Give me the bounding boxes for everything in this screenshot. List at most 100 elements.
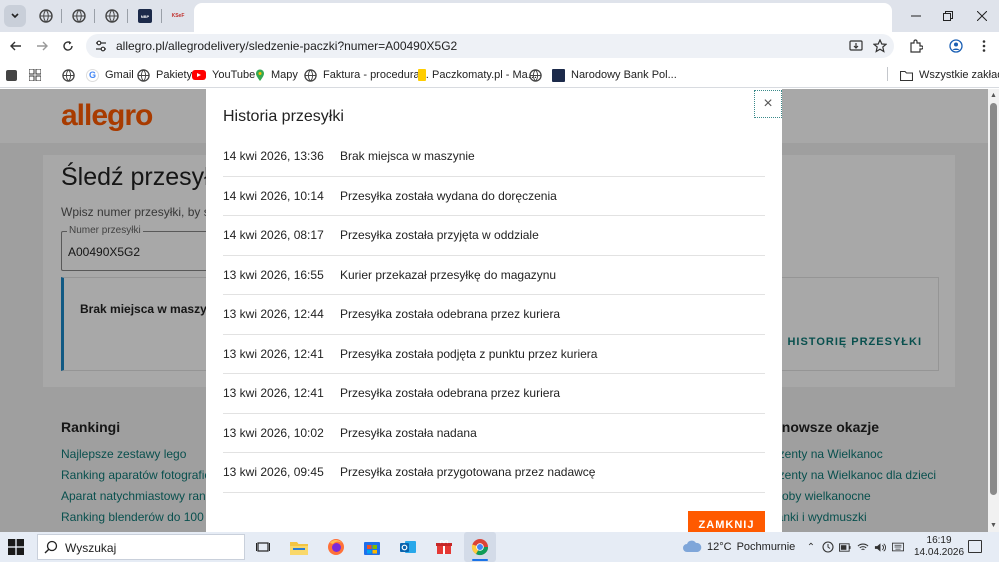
bookmark-apps[interactable] (6, 67, 17, 83)
windows-taskbar: Wyszukaj 12°C Pochmurnie ⌃ 16:19 14.04.2… (0, 532, 999, 562)
tab-separator (127, 9, 128, 23)
history-modal: Historia przesyłki × 14 kwi 2026, 13:36 B… (206, 89, 782, 532)
history-date: 13 kwi 2026, 12:41 (223, 346, 324, 361)
cloud-icon (683, 540, 702, 552)
menu-button[interactable] (974, 36, 994, 56)
all-bookmarks[interactable]: Wszystkie zakładki (900, 67, 999, 83)
search-placeholder: Wyszukaj (65, 541, 117, 555)
wifi-icon[interactable] (857, 541, 869, 553)
browser-toolbar: allegro.pl/allegrodelivery/sledzenie-pac… (0, 32, 999, 60)
ksef-icon: KSeF (171, 13, 185, 19)
task-view-button[interactable] (253, 537, 273, 557)
bookmark-youtube[interactable]: YouTube (192, 67, 255, 83)
history-list: 14 kwi 2026, 13:36 Brak miejsca w maszyni… (223, 137, 765, 493)
firefox-button[interactable] (326, 537, 346, 557)
profile-button[interactable] (946, 36, 966, 56)
chrome-button[interactable] (470, 537, 490, 557)
folder-icon (290, 541, 308, 555)
weather-desc: Pochmurnie (736, 540, 796, 553)
history-desc: Brak miejsca w maszynie (340, 149, 475, 164)
history-row: 13 kwi 2026, 12:44 Przesyłka została odeb… (223, 295, 765, 335)
site-info-icon[interactable] (94, 39, 108, 53)
tab-5[interactable]: KSeF (168, 8, 188, 24)
bookmark-star-button[interactable] (872, 38, 888, 54)
history-desc: Przesyłka została odebrana przez kuriera (340, 386, 561, 401)
close-window-button[interactable] (972, 6, 992, 26)
bookmark-faktura[interactable]: Faktura - procedura... (304, 67, 429, 83)
restore-button[interactable] (938, 6, 958, 26)
url-text[interactable]: allegro.pl/allegrodelivery/sledzenie-pac… (116, 39, 457, 53)
history-desc: Przesyłka została przygotowana przez nad… (340, 465, 596, 480)
bookmark-globe[interactable] (62, 67, 75, 83)
taskbar-search[interactable]: Wyszukaj (37, 534, 245, 560)
weather-temp: 12°C (707, 540, 732, 553)
tab-2[interactable] (71, 8, 87, 24)
bookmark-gmail[interactable]: G Gmail (86, 67, 134, 83)
history-desc: Przesyłka została nadana (340, 425, 477, 440)
arrow-left-icon (10, 41, 21, 51)
battery-icon[interactable] (839, 541, 851, 553)
install-icon (849, 40, 863, 51)
history-date: 13 kwi 2026, 16:55 (223, 267, 324, 282)
close-icon (977, 11, 987, 21)
history-row: 13 kwi 2026, 12:41 Przesyłka została odeb… (223, 374, 765, 414)
nbp-icon: NBP (140, 13, 150, 19)
tray-overflow-icon[interactable]: ⌃ (805, 541, 817, 553)
reload-button[interactable] (58, 36, 78, 56)
folder-icon (900, 70, 913, 81)
tray-app-icon[interactable] (822, 541, 834, 553)
bookmark-pakiety[interactable]: Pakiety (137, 67, 192, 83)
extensions-button[interactable] (906, 36, 926, 56)
tab-search-button[interactable] (4, 5, 26, 27)
tab-4[interactable]: NBP (138, 9, 152, 23)
square-icon (6, 69, 17, 81)
back-button[interactable] (6, 36, 26, 56)
forward-button[interactable] (32, 36, 52, 56)
chrome-icon (471, 539, 489, 556)
task-view-icon (256, 542, 270, 552)
bookmark-globe-2[interactable] (529, 67, 542, 83)
bookmark-paczkomaty[interactable]: Paczkomaty.pl - Ma... (418, 67, 537, 83)
install-app-button[interactable] (848, 38, 864, 54)
bookmark-label: YouTube (212, 69, 256, 81)
history-row: 13 kwi 2026, 16:55 Kurier przekazał przes… (223, 256, 765, 295)
tab-1[interactable] (38, 8, 54, 24)
scroll-down-icon[interactable]: ▼ (990, 522, 997, 529)
system-clock[interactable]: 16:19 14.04.2026 (914, 535, 964, 559)
puzzle-icon (910, 39, 923, 53)
firefox-icon (328, 539, 344, 555)
volume-icon[interactable] (874, 541, 886, 553)
bookmark-label: Mapy (271, 69, 298, 81)
all-bookmarks-label: Wszystkie zakładki (919, 69, 999, 81)
keyboard-icon[interactable] (892, 541, 904, 553)
close-modal-button[interactable]: ZAMKNIJ (688, 511, 765, 532)
notification-icon[interactable] (968, 540, 982, 553)
clock-icon (822, 541, 834, 553)
gift-icon (436, 540, 452, 554)
bookmarks-bar: G Gmail Pakiety YouTube Mapy Faktura - p… (0, 60, 999, 88)
active-tab[interactable] (194, 3, 892, 32)
page-scrollbar[interactable]: ▲ ▼ (988, 89, 999, 532)
weather-widget[interactable]: 12°C Pochmurnie (682, 540, 795, 553)
history-row: 14 kwi 2026, 10:14 Przesyłka została wyda… (223, 177, 765, 216)
history-desc: Przesyłka została wydana do doręczenia (340, 188, 557, 203)
gift-app-button[interactable] (434, 537, 454, 557)
outlook-icon (400, 541, 416, 553)
modal-close-button[interactable]: × (754, 90, 782, 118)
globe-icon (62, 68, 75, 82)
bookmark-nbp[interactable]: Narodowy Bank Pol... (552, 67, 677, 83)
tab-3[interactable] (104, 8, 120, 24)
outlook-button[interactable] (398, 537, 418, 557)
address-bar[interactable]: allegro.pl/allegrodelivery/sledzenie-pac… (86, 34, 894, 58)
windows-start-icon[interactable] (8, 539, 24, 555)
bookmark-label: Narodowy Bank Pol... (571, 69, 677, 81)
history-row: 14 kwi 2026, 08:17 Przesyłka została przy… (223, 216, 765, 256)
bookmark-mapy[interactable]: Mapy (255, 67, 298, 83)
file-explorer-button[interactable] (289, 537, 309, 557)
minimize-button[interactable] (906, 6, 926, 26)
scroll-up-icon[interactable]: ▲ (990, 92, 997, 99)
scrollbar-thumb[interactable] (990, 103, 997, 495)
store-button[interactable] (362, 537, 382, 557)
bookmark-apps-grid[interactable] (29, 67, 41, 83)
kebab-menu-icon (982, 40, 986, 52)
